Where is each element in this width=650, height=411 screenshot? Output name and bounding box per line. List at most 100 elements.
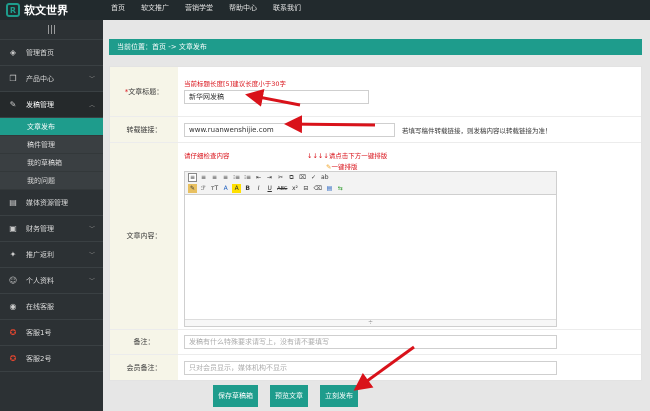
main-content: 当前位置：首页 -> 文章发布 * 文章标题： 当前标题长度[5]建议长度小于3… [103, 20, 650, 411]
logo[interactable]: R 软文世界 [0, 0, 103, 20]
one-click-format-label: 一键排版 [331, 163, 358, 171]
align-left-icon[interactable]: ≡ [188, 173, 198, 182]
font-family-icon[interactable]: ℱ [199, 184, 208, 193]
title-label: * 文章标题： [110, 67, 178, 116]
table-icon[interactable]: ⊟ [301, 184, 310, 193]
sidebar-item-dashboard[interactable]: ◈ 管理首页 [0, 40, 103, 66]
sidebar-item-label: 在线客服 [26, 302, 54, 311]
logo-mark: R [6, 3, 20, 17]
sidebar-toggle-icon[interactable]: ||| [0, 20, 103, 40]
sidebar-item-finance[interactable]: ▣ 财务管理 ﹀ [0, 216, 103, 242]
dashboard-icon: ◈ [9, 48, 17, 57]
topnav-contact[interactable]: 联系我们 [265, 0, 309, 20]
sidebar-item-manuscripts[interactable]: ✎ 发稿管理 ︿ [0, 92, 103, 118]
link-field: www.ruanwenshijie.com 若填写稿件转载链接，则发稿内容以转载… [178, 117, 641, 142]
user-icon: ☺ [8, 276, 18, 285]
qq-icon: ✪ [9, 328, 17, 337]
editor-resize-handle[interactable]: ÷ [185, 319, 556, 326]
topnav-help[interactable]: 帮助中心 [221, 0, 265, 20]
qq-icon: ✪ [9, 354, 17, 363]
bold-icon[interactable]: B [243, 184, 252, 193]
sidebar-item-service-2[interactable]: ✪ 客服2号 [0, 346, 103, 372]
rich-editor: ≡ ≡ ≡ ≡ ⁝≡ ⁝≡ ⇤ ⇥ ✂ ⧉ ⌧ ✓ ab ✎ ℱ тT A A … [184, 171, 557, 327]
sidebar-sub-drafts[interactable]: 我的草稿箱 [0, 154, 103, 172]
align-right-icon[interactable]: ≡ [210, 173, 219, 182]
text-icon[interactable]: ab [320, 173, 330, 182]
sidebar-item-products[interactable]: ❒ 产品中心 ﹀ [0, 66, 103, 92]
paste-icon[interactable]: ⌧ [298, 173, 307, 182]
sidebar-sub-publish[interactable]: 文章发布 [0, 118, 103, 136]
remark-row: 备注： 发稿有什么特殊要求请写上，没有请不要填写 [110, 330, 641, 355]
cut-icon[interactable]: ✂ [276, 173, 285, 182]
italic-icon[interactable]: I [254, 184, 263, 193]
link-note: 若填写稿件转载链接，则发稿内容以转载链接为准！ [402, 126, 552, 135]
format-brush-icon[interactable]: ✎ [188, 184, 197, 193]
highlight-icon[interactable]: A [232, 184, 242, 193]
chat-icon: ◉ [9, 302, 17, 311]
preview-button[interactable]: 预览文章 [270, 385, 308, 407]
title-input[interactable]: 新华网发稿 [184, 90, 369, 104]
editor-toolbar: ≡ ≡ ≡ ≡ ⁝≡ ⁝≡ ⇤ ⇥ ✂ ⧉ ⌧ ✓ ab ✎ ℱ тT A A … [184, 171, 557, 195]
sidebar-item-label: 媒体资源管理 [26, 198, 68, 207]
ordered-list-icon[interactable]: ⁝≡ [232, 173, 241, 182]
sidebar-item-label: 个人资料 [26, 276, 54, 285]
check-icon[interactable]: ✓ [309, 173, 318, 182]
content-label: 文章内容： [110, 143, 178, 329]
toolbar-row-1: ≡ ≡ ≡ ≡ ⁝≡ ⁝≡ ⇤ ⇥ ✂ ⧉ ⌧ ✓ ab [185, 172, 556, 183]
indent-icon[interactable]: ⇥ [265, 173, 274, 182]
underline-icon[interactable]: U [265, 184, 274, 193]
remark-input[interactable]: 发稿有什么特殊要求请写上，没有请不要填写 [184, 335, 557, 349]
sidebar-item-profile[interactable]: ☺ 个人资料 ﹀ [0, 268, 103, 294]
font-size-icon[interactable]: тT [210, 184, 219, 193]
chevron-down-icon: ﹀ [88, 226, 95, 233]
sidebar-item-label: 客服1号 [26, 328, 52, 337]
breadcrumb: 当前位置：首页 -> 文章发布 [109, 39, 642, 55]
sidebar-item-label: 产品中心 [26, 74, 54, 83]
tag-icon: ✦ [9, 250, 17, 259]
top-nav: 首页 软文推广 营销学堂 帮助中心 联系我们 [103, 0, 309, 20]
sidebar-item-label: 推广返利 [26, 250, 54, 259]
image-icon[interactable]: ▤ [325, 184, 334, 193]
title-length-hint: 当前标题长度[5]建议长度小于30字 [184, 80, 286, 88]
sidebar-item-service-1[interactable]: ✪ 客服1号 [0, 320, 103, 346]
sidebar: ||| ◈ 管理首页 ❒ 产品中心 ﹀ ✎ 发稿管理 ︿ 文章发布 稿件管理 我… [0, 20, 103, 411]
sidebar-sub-manage[interactable]: 稿件管理 [0, 136, 103, 154]
sidebar-item-media[interactable]: ▤ 媒体资源管理 [0, 190, 103, 216]
save-draft-button[interactable]: 保存草稿箱 [213, 385, 258, 407]
copy-icon[interactable]: ⧉ [287, 173, 296, 182]
sidebar-sub-questions[interactable]: 我的问题 [0, 172, 103, 190]
topnav-home[interactable]: 首页 [103, 0, 133, 20]
one-click-format-button[interactable]: ✎一键排版 [326, 161, 357, 171]
chevron-down-icon: ﹀ [88, 278, 95, 285]
unordered-list-icon[interactable]: ⁝≡ [243, 173, 252, 182]
font-color-icon[interactable]: A [221, 184, 230, 193]
member-remark-input[interactable]: 只对会员显示，媒体机构不显示 [184, 360, 557, 375]
superscript-icon[interactable]: x² [290, 184, 299, 193]
content-check-hint: 请仔细检查内容 [184, 152, 230, 160]
content-hints: 请仔细检查内容 ↓↓↓↓请点击下方一键排版 ✎一键排版 [184, 150, 554, 171]
member-remark-label: 会员备注： [110, 355, 178, 380]
topnav-school[interactable]: 营销学堂 [177, 0, 221, 20]
sidebar-item-rebate[interactable]: ✦ 推广返利 ﹀ [0, 242, 103, 268]
chevron-down-icon: ﹀ [88, 252, 95, 259]
align-justify-icon[interactable]: ≡ [221, 173, 230, 182]
chevron-up-icon: ︿ [88, 102, 95, 109]
topnav-promotion[interactable]: 软文推广 [133, 0, 177, 20]
sidebar-item-online-service[interactable]: ◉ 在线客服 [0, 294, 103, 320]
link-input[interactable]: www.ruanwenshijie.com [184, 122, 395, 137]
strikethrough-icon[interactable]: ABC [276, 184, 288, 193]
action-buttons: 保存草稿箱 预览文章 立刻发布 [109, 381, 642, 411]
eraser-icon[interactable]: ⌫ [312, 184, 322, 193]
align-center-icon[interactable]: ≡ [199, 173, 208, 182]
toolbar-row-2: ✎ ℱ тT A A B I U ABC x² ⊟ ⌫ ▤ ⇆ [185, 183, 556, 194]
cube-icon: ❒ [9, 74, 17, 83]
publish-button[interactable]: 立刻发布 [320, 385, 358, 407]
remark-label: 备注： [110, 330, 178, 354]
outdent-icon[interactable]: ⇤ [254, 173, 263, 182]
link-label: 转载链接： [110, 117, 178, 142]
source-icon[interactable]: ⇆ [336, 184, 345, 193]
wallet-icon: ▣ [9, 224, 17, 233]
logo-text: 软文世界 [24, 4, 68, 17]
member-remark-field: 只对会员显示，媒体机构不显示 [178, 355, 641, 380]
editor-textarea[interactable]: ÷ [184, 195, 557, 327]
